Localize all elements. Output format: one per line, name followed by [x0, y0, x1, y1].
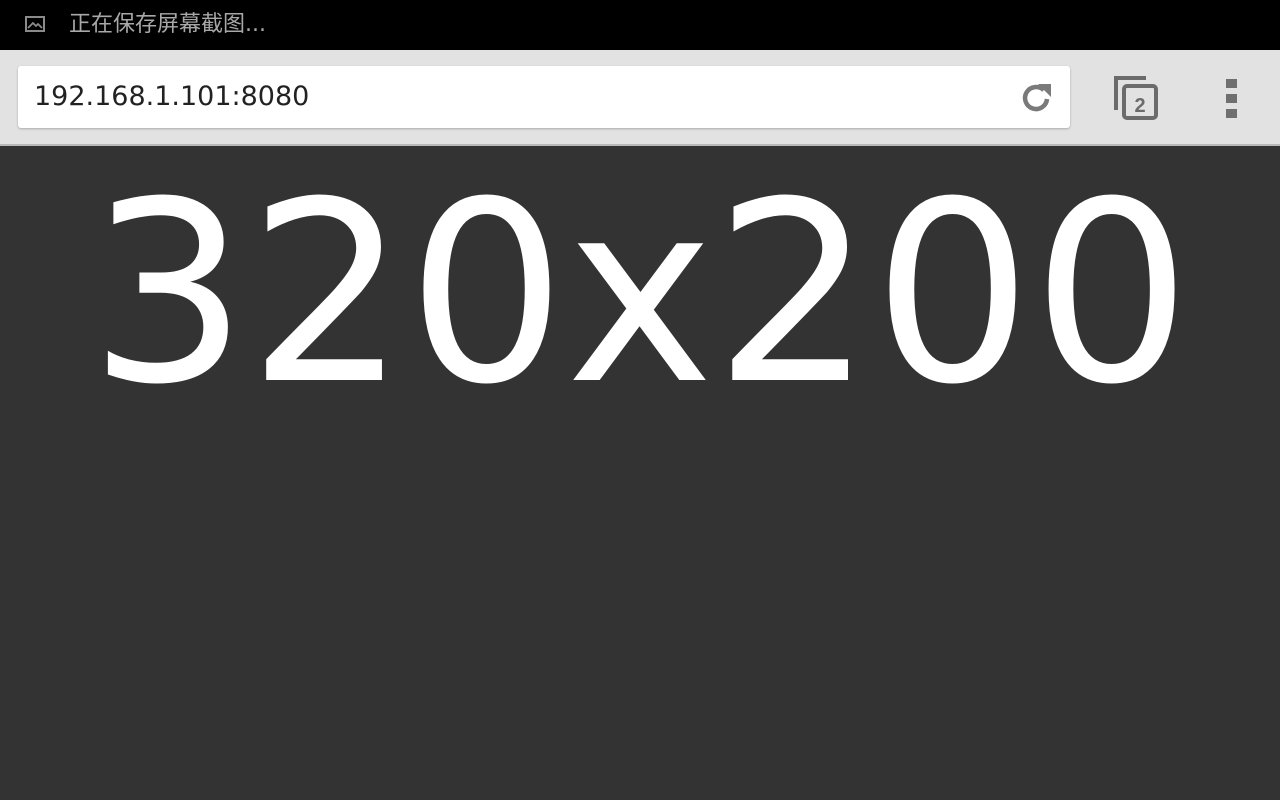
menu-dot: [1226, 109, 1237, 118]
status-bar: 正在保存屏幕截图...: [0, 0, 1280, 50]
menu-dot: [1226, 94, 1237, 103]
web-page-content: 320x200: [0, 146, 1280, 800]
browser-toolbar: 192.168.1.101:8080 2: [0, 50, 1280, 144]
reload-icon[interactable]: [1016, 78, 1056, 118]
tab-switcher-button[interactable]: 2: [1108, 72, 1164, 128]
resolution-heading: 320x200: [88, 148, 1192, 439]
tab-count: 2: [1134, 95, 1146, 117]
url-text[interactable]: 192.168.1.101:8080: [34, 81, 309, 113]
image-icon: [25, 16, 45, 32]
url-bar[interactable]: 192.168.1.101:8080: [18, 66, 1070, 128]
menu-dot: [1226, 79, 1237, 88]
overflow-menu-button[interactable]: [1216, 76, 1248, 122]
notification-text: 正在保存屏幕截图...: [69, 12, 266, 37]
